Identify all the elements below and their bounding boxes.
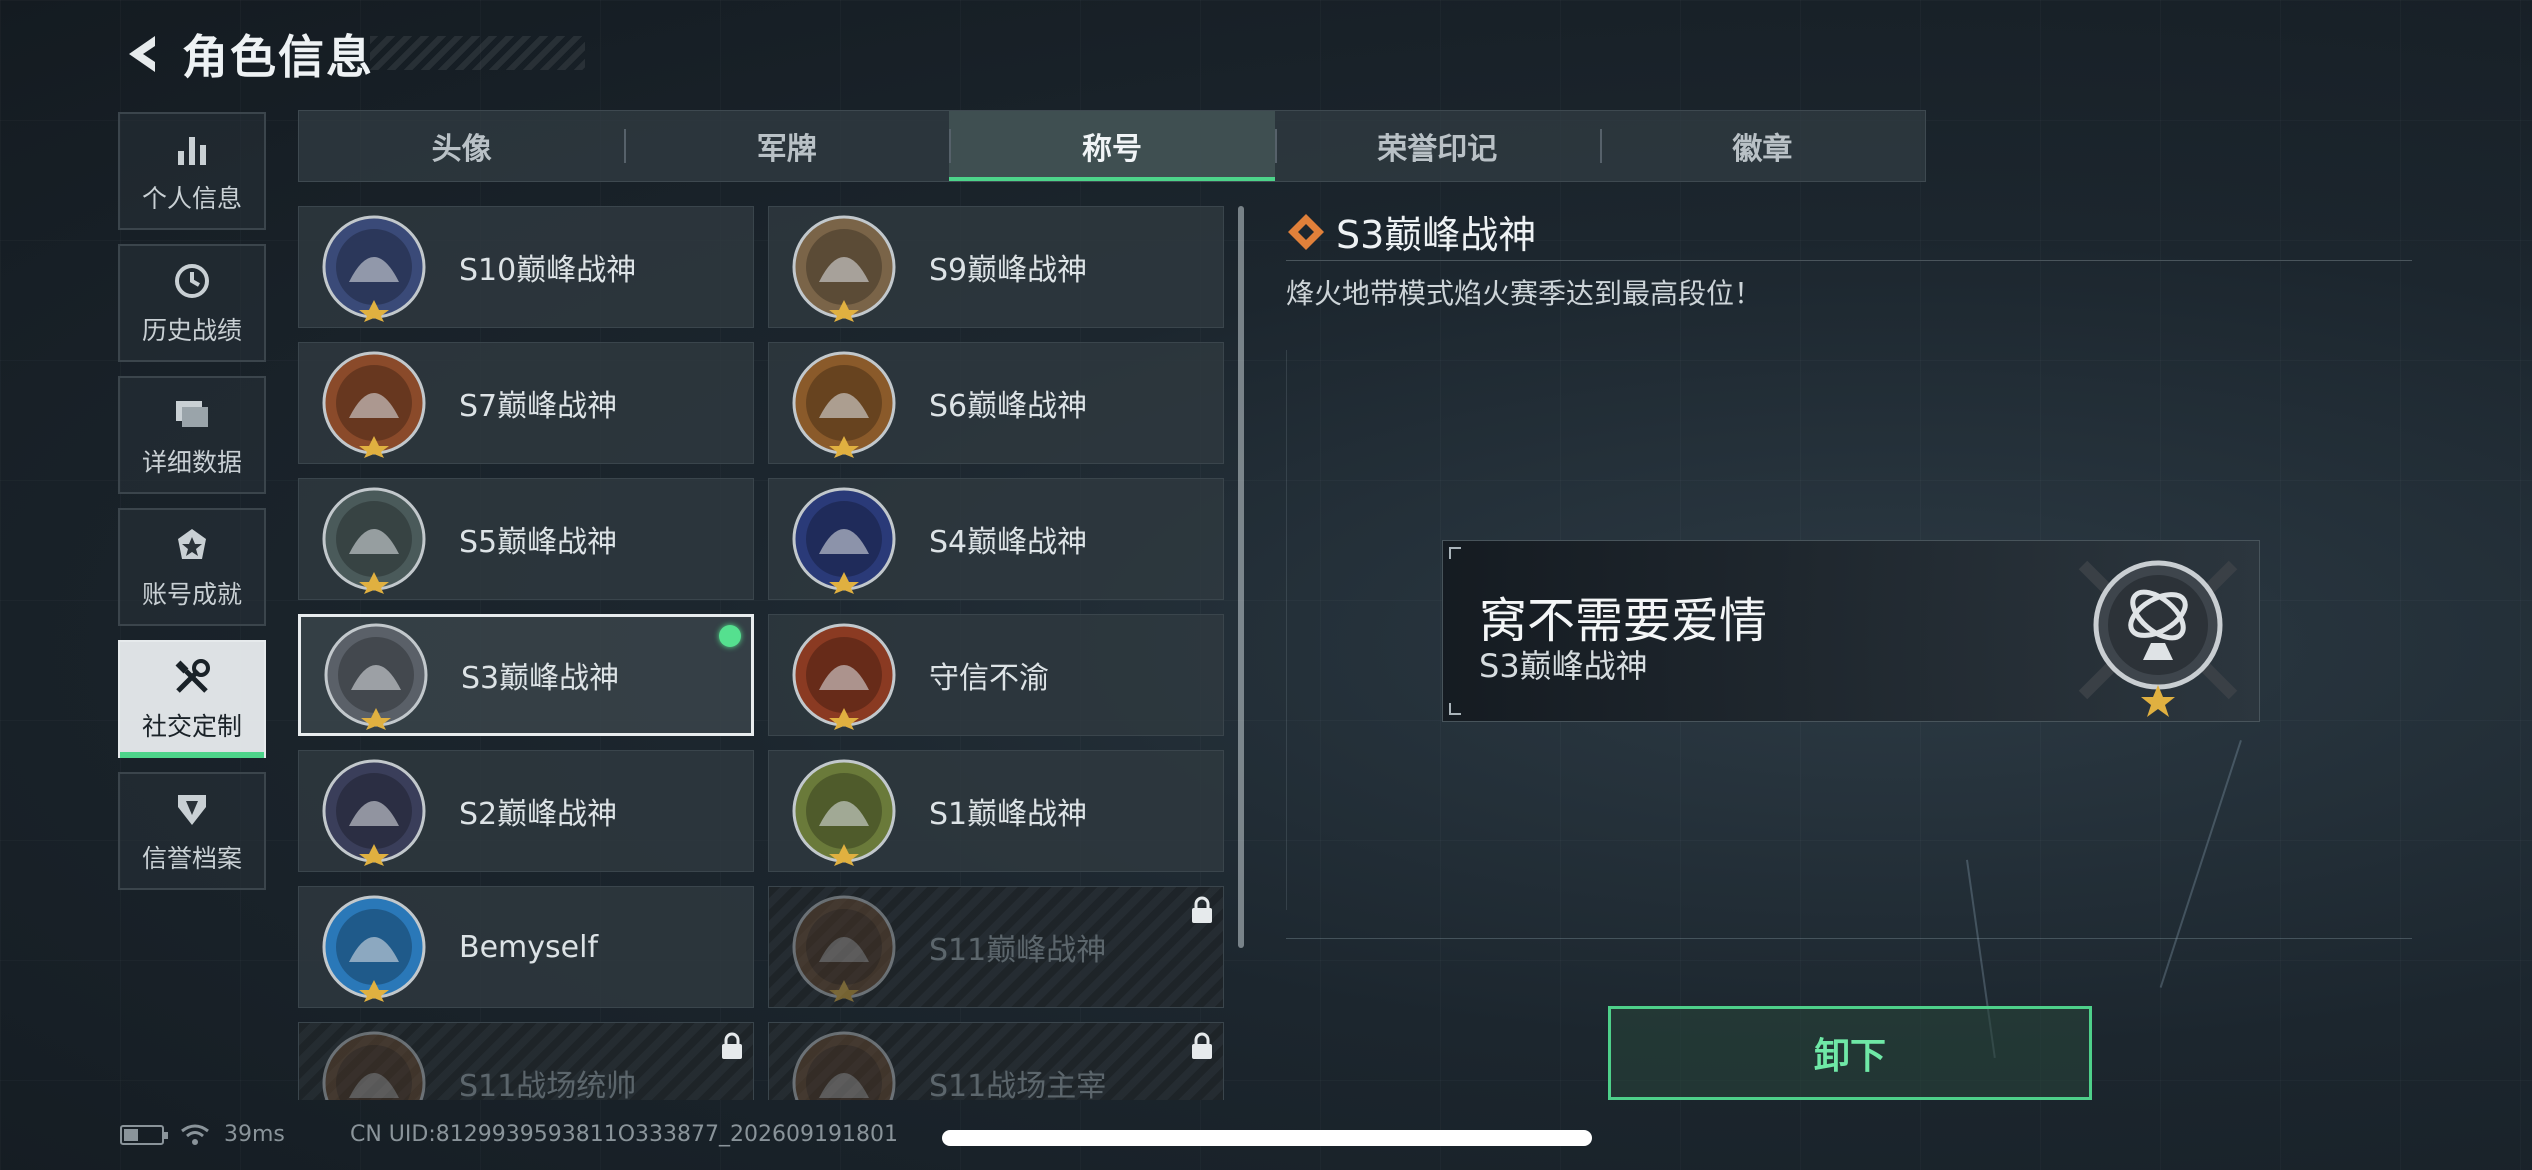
- title-card[interactable]: S7巅峰战神: [298, 342, 754, 464]
- diamond-icon: [1288, 213, 1324, 250]
- title-card-label: S11战场主宰: [929, 1069, 1107, 1100]
- sidebar-item-label: 详细数据: [141, 448, 242, 477]
- title-card[interactable]: S1巅峰战神: [768, 750, 1224, 872]
- title-emblem-icon: [792, 1031, 896, 1100]
- sidebar-item-label: 历史战绩: [141, 316, 242, 345]
- tab-dog-tag[interactable]: 军牌: [624, 111, 949, 181]
- lock-icon: [722, 1032, 742, 1059]
- title-emblem-icon: [322, 895, 426, 1002]
- sidebar-item-label: 个人信息: [141, 184, 242, 213]
- title-card[interactable]: S6巅峰战神: [768, 342, 1224, 464]
- title-card[interactable]: S9巅峰战神: [768, 206, 1224, 328]
- title-emblem-icon: [792, 351, 896, 458]
- tab-honor-mark[interactable]: 荣誉印记: [1274, 111, 1600, 181]
- title-card-label: S2巅峰战神: [459, 797, 618, 832]
- title-card-label: S1巅峰战神: [929, 797, 1088, 832]
- sidebar: 个人信息 历史战绩 详细数据 账号成就 社交定制 信誉档案: [118, 112, 266, 904]
- title-card-label: 守信不渝: [929, 661, 1049, 696]
- title-emblem-icon: [322, 487, 426, 594]
- title-card-label: S10巅峰战神: [459, 253, 637, 288]
- title-emblem-icon: [322, 1031, 426, 1100]
- detail-title: S3巅峰战神: [1336, 213, 1537, 257]
- title-card-label: S4巅峰战神: [929, 525, 1088, 560]
- nameplate-corner: [1449, 547, 1461, 559]
- ping-text: 39ms: [224, 1122, 285, 1147]
- title-emblem-icon: [792, 623, 896, 730]
- folder-icon: [170, 391, 214, 435]
- sidebar-item-label: 社交定制: [141, 712, 242, 741]
- title-card-label: S9巅峰战神: [929, 253, 1088, 288]
- header: 角色信息: [118, 22, 374, 86]
- sidebar-item-personal-info[interactable]: 个人信息: [118, 112, 266, 230]
- sidebar-item-social-custom[interactable]: 社交定制: [118, 640, 266, 758]
- unequip-button[interactable]: 卸下: [1608, 1006, 2092, 1100]
- title-card-label: S5巅峰战神: [459, 525, 618, 560]
- sidebar-item-detailed-data[interactable]: 详细数据: [118, 376, 266, 494]
- bar-chart-icon: [170, 127, 214, 171]
- title-card[interactable]: Bemyself: [298, 886, 754, 1008]
- nameplate-preview: 窝不需要爱情 S3巅峰战神: [1442, 540, 2260, 722]
- title-card-label: S6巅峰战神: [929, 389, 1088, 424]
- medal-icon: [170, 523, 214, 567]
- title-card[interactable]: S11战场主宰: [768, 1022, 1224, 1100]
- title-emblem-icon: [322, 351, 426, 458]
- clock-icon: [170, 259, 214, 303]
- tools-icon: [170, 655, 214, 699]
- title-emblem-icon: [792, 759, 896, 866]
- home-indicator[interactable]: [942, 1130, 1592, 1146]
- sidebar-item-label: 信誉档案: [141, 844, 242, 873]
- title-card[interactable]: S5巅峰战神: [298, 478, 754, 600]
- title-emblem-icon: [322, 759, 426, 866]
- sidebar-item-achievements[interactable]: 账号成就: [118, 508, 266, 626]
- preview-frame-bottom: [1286, 938, 2412, 939]
- tab-bar: 头像 军牌 称号 荣誉印记 徽章: [298, 110, 1926, 182]
- sidebar-item-credit[interactable]: 信誉档案: [118, 772, 266, 890]
- back-button[interactable]: [118, 24, 168, 84]
- tab-badge[interactable]: 徽章: [1599, 111, 1925, 181]
- tab-avatar[interactable]: 头像: [299, 111, 624, 181]
- lock-icon: [1192, 896, 1212, 923]
- detail-description: 烽火地带模式焰火赛季达到最高段位！: [1286, 277, 1763, 310]
- title-emblem-icon: [792, 215, 896, 322]
- status-bar: 39ms: [120, 1122, 285, 1147]
- title-card-label: S3巅峰战神: [461, 661, 620, 696]
- title-emblem-icon: [792, 487, 896, 594]
- back-arrow-icon: [129, 36, 155, 72]
- battery-icon: [120, 1124, 168, 1145]
- title-card[interactable]: 守信不渝: [768, 614, 1224, 736]
- title-card[interactable]: S3巅峰战神: [298, 614, 754, 736]
- nameplate-corner: [1449, 703, 1461, 715]
- nameplate-title: S3巅峰战神: [1479, 647, 1648, 685]
- page-title: 角色信息: [182, 30, 374, 84]
- grid-scrollbar-thumb[interactable]: [1238, 206, 1244, 948]
- title-card[interactable]: S11战场统帅: [298, 1022, 754, 1100]
- title-emblem-icon: [324, 623, 428, 730]
- wifi-icon: [181, 1124, 209, 1145]
- title-card[interactable]: S11巅峰战神: [768, 886, 1224, 1008]
- title-card-label: S11巅峰战神: [929, 933, 1107, 968]
- lock-icon: [1192, 1032, 1212, 1059]
- detail-divider: [1286, 260, 2412, 261]
- tab-title[interactable]: 称号: [949, 111, 1275, 181]
- detail-header: S3巅峰战神: [1286, 204, 1536, 259]
- title-emblem-icon: [322, 215, 426, 322]
- sidebar-item-history[interactable]: 历史战绩: [118, 244, 266, 362]
- title-card-label: S7巅峰战神: [459, 389, 618, 424]
- title-card-label: S11战场统帅: [459, 1069, 637, 1100]
- title-emblem-icon: [792, 895, 896, 1002]
- title-decoration: [370, 36, 585, 70]
- title-card[interactable]: S4巅峰战神: [768, 478, 1224, 600]
- uid-text: CN UID:8129939593811O333877_202609191801: [350, 1122, 898, 1147]
- title-card[interactable]: S10巅峰战神: [298, 206, 754, 328]
- shield-icon: [170, 787, 214, 831]
- equipped-indicator: [719, 625, 741, 647]
- armillary-emblem-icon: [2078, 560, 2238, 717]
- title-card[interactable]: S2巅峰战神: [298, 750, 754, 872]
- sidebar-item-label: 账号成就: [141, 580, 242, 609]
- title-grid: S10巅峰战神 S9巅峰战神 S7巅峰战神 S6巅峰战神 S5巅峰战神 S4巅峰战神 S3巅…: [298, 206, 1224, 1100]
- title-card-label: Bemyself: [459, 929, 598, 965]
